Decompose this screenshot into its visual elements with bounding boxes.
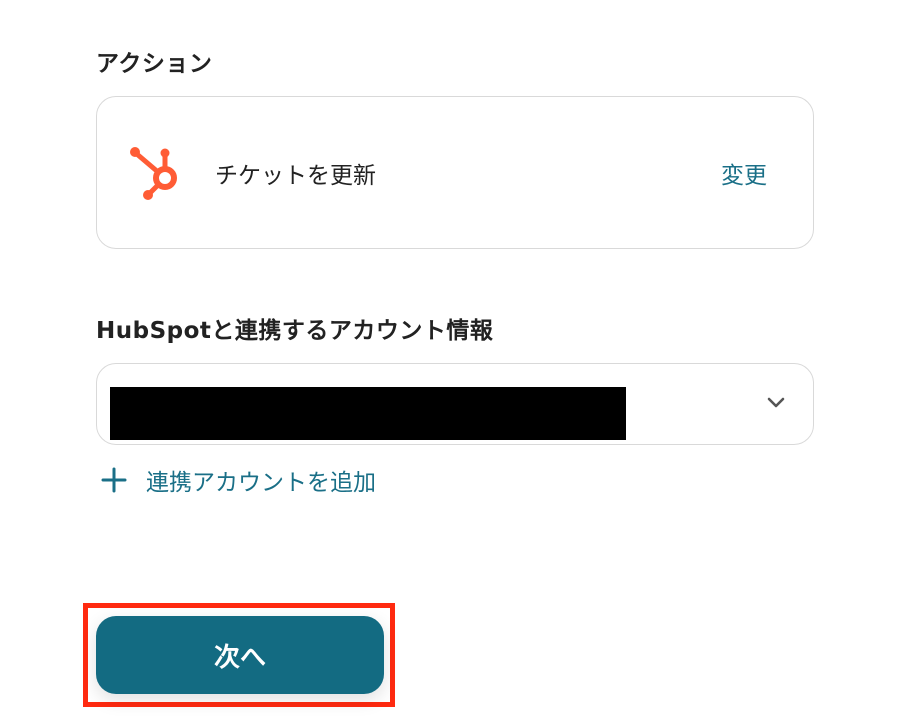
selected-account-value	[110, 387, 626, 440]
action-card: チケットを更新 変更	[96, 96, 814, 249]
add-account-link[interactable]: 連携アカウントを追加	[100, 462, 376, 498]
action-name: チケットを更新	[215, 163, 376, 189]
plus-icon	[100, 466, 128, 494]
action-section-title: アクション	[96, 51, 213, 77]
hubspot-icon	[127, 143, 187, 203]
account-section-title: HubSpotと連携するアカウント情報	[96, 318, 494, 344]
add-account-label: 連携アカウントを追加	[146, 470, 376, 496]
next-button[interactable]: 次へ	[96, 616, 384, 694]
change-action-link[interactable]: 変更	[721, 156, 767, 190]
account-select[interactable]	[96, 363, 814, 445]
page: アクション チケットを更新 変更 HubSpotと連携するアカウント情報 連携ア…	[0, 0, 920, 728]
chevron-down-icon	[765, 394, 787, 410]
